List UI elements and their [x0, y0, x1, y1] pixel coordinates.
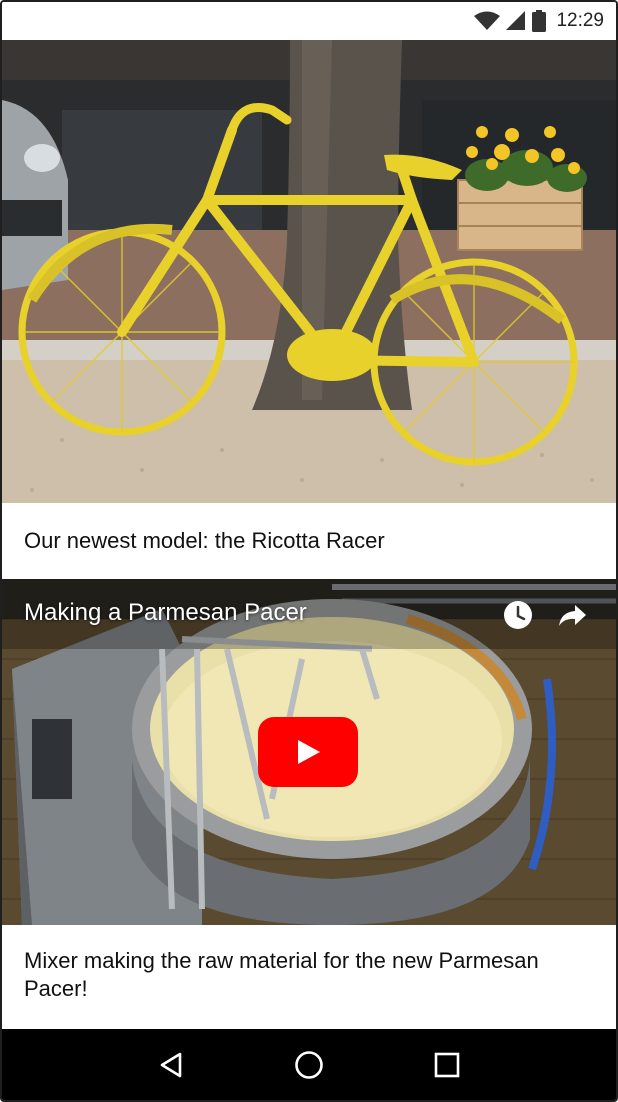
- video-title: Making a Parmesan Pacer: [24, 599, 307, 626]
- bicycle-photo[interactable]: [2, 40, 616, 503]
- card-caption: Mixer making the raw material for the ne…: [2, 925, 616, 1029]
- navigation-bar: [2, 1029, 616, 1100]
- watch-later-icon[interactable]: [500, 597, 536, 633]
- share-icon[interactable]: [554, 597, 590, 633]
- play-button[interactable]: [258, 717, 358, 787]
- recents-icon[interactable]: [425, 1043, 469, 1087]
- back-icon[interactable]: [149, 1043, 193, 1087]
- battery-icon: [532, 10, 547, 32]
- device-frame: 12:29 Our newest model: the Ricotta Race…: [0, 0, 618, 1102]
- play-icon: [298, 740, 320, 764]
- cell-signal-icon: [506, 11, 526, 31]
- status-bar: 12:29: [2, 2, 616, 40]
- card-caption: Our newest model: the Ricotta Racer: [2, 503, 616, 579]
- video-player[interactable]: Making a Parmesan Pacer: [2, 579, 616, 925]
- feed[interactable]: Our newest model: the Ricotta Racer Maki…: [2, 40, 616, 1029]
- status-clock: 12:29: [556, 10, 604, 31]
- home-icon[interactable]: [287, 1043, 331, 1087]
- wifi-icon: [474, 11, 501, 31]
